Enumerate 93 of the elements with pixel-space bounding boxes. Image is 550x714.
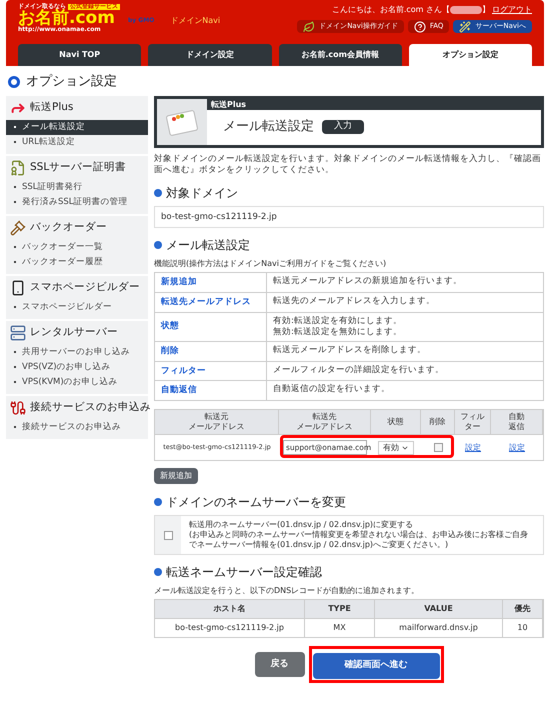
auto-reply-link[interactable]: 設定	[491, 442, 543, 454]
wand-icon	[459, 20, 472, 32]
help-term: 転送先メールアドレス	[161, 296, 251, 309]
sidebar-item[interactable]: 発行済みSSL証明書の管理	[6, 194, 148, 210]
column-header: フィル	[460, 412, 484, 422]
sidebar-item[interactable]: 共用サーバーのお申し込み	[6, 344, 148, 360]
gavel-icon	[10, 220, 26, 236]
help-text: 転送先のメールアドレスを入力します。	[273, 296, 436, 307]
sidebar-item[interactable]: VPS(KVM)のお申し込み	[6, 374, 148, 390]
nameserver-checkbox[interactable]	[164, 530, 172, 540]
column-header: ター	[464, 422, 480, 432]
app-name: ドメインNavi	[170, 15, 220, 27]
sidebar-group-title: 接続サービスのお申込み	[30, 400, 151, 415]
help-text: 有効:転送設定を有効にします。	[273, 316, 403, 326]
help-note: 機能説明(操作方法はドメインNaviご利用ガイドをご覧ください)	[154, 258, 388, 270]
help-text: 自動返信の設定を行います。	[273, 384, 391, 396]
table-cell: MX	[305, 619, 375, 637]
column-header: 転送元	[204, 412, 228, 422]
sidebar-group-title: 転送Plus	[30, 100, 74, 115]
help-text: 転送元メールアドレスを削除します。	[273, 344, 427, 356]
column-header: VALUE	[375, 600, 503, 618]
bullet-icon	[154, 241, 162, 250]
section-heading: 転送ネームサーバー設定確認	[166, 564, 322, 581]
sidebar-item[interactable]: VPS(VZ)のお申し込み	[6, 360, 148, 374]
help-term: フィルター	[161, 364, 206, 378]
sidebar-item[interactable]: 接続サービスのお申込み	[6, 420, 148, 434]
table-cell: 10	[503, 619, 543, 637]
column-header: 自動	[508, 412, 524, 422]
bullet-icon	[154, 188, 162, 196]
nav-tab[interactable]: オプション設定	[408, 44, 532, 66]
redacted-username	[450, 6, 482, 14]
help-term: 状態	[161, 320, 179, 334]
column-header: 返信	[508, 422, 524, 432]
sidebar-group-title: バックオーダー	[30, 220, 107, 235]
title-ring-icon	[8, 76, 20, 88]
help-text: 無効:転送設定を無効にします。	[273, 326, 403, 338]
sidebar-item[interactable]: スマホページビルダー	[6, 300, 148, 314]
page-title: オプション設定	[26, 73, 117, 91]
greeting-end: 】	[482, 4, 490, 16]
nameserver-label: 転送用のネームサーバー(01.dnsv.jp / 02.dnsv.jp)に変更する	[189, 520, 414, 530]
step-badge: 入力	[322, 120, 364, 134]
section-heading: メール転送設定	[166, 237, 250, 254]
section-heading: 対象ドメイン	[166, 184, 238, 202]
cable-icon	[10, 400, 26, 416]
help-icon	[414, 20, 426, 32]
bullet-icon	[154, 498, 162, 506]
logout-link[interactable]: ログアウト	[492, 4, 532, 16]
column-header: メールアドレス	[296, 422, 352, 432]
sidebar-item[interactable]: メール転送設定	[6, 120, 148, 134]
sidebar-item[interactable]: URL転送設定	[6, 134, 148, 150]
column-header: 状態	[388, 417, 404, 427]
filter-link[interactable]: 設定	[455, 442, 491, 454]
nav-tab[interactable]: お名前.com会員情報	[278, 44, 402, 66]
leaf-icon	[303, 20, 316, 32]
sidebar-group-title: SSLサーバー証明書	[30, 160, 126, 175]
column-header: 削除	[430, 417, 446, 427]
help-text: 転送元メールアドレスの新規追加を行います。	[273, 276, 463, 288]
sidebar-item[interactable]: バックオーダー一覧	[6, 240, 148, 254]
bullet-icon	[154, 568, 162, 576]
help-term: 削除	[161, 344, 179, 358]
sidebar-group-title: スマホページビルダー	[30, 280, 140, 295]
help-text: メールフィルターの詳細設定を行います。	[273, 364, 445, 376]
certificate-icon	[10, 160, 26, 176]
column-header: TYPE	[305, 600, 375, 618]
delete-checkbox[interactable]	[434, 443, 442, 452]
domain-box: bo-test-gmo-cs121119-2.jp	[154, 206, 544, 228]
description-text: 対象ドメインのメール転送設定を行います。対象ドメインのメール転送情報を入力し、『確認画面へ進む』ボタンをクリックしてください。	[154, 154, 542, 176]
help-term: 自動返信	[161, 384, 197, 397]
smartphone-icon	[10, 280, 26, 296]
sidebar-item[interactable]: SSL証明書発行	[6, 180, 148, 194]
back-button[interactable]: 戻る	[254, 652, 304, 677]
section-heading: ドメインのネームサーバーを変更	[166, 494, 346, 511]
column-header: 優先	[503, 600, 543, 618]
next-button[interactable]: 確認画面へ進む	[312, 653, 440, 678]
status-select[interactable]: 有効	[378, 440, 414, 454]
panel-category: 転送Plus	[210, 98, 248, 110]
server-icon	[10, 324, 26, 340]
sidebar-item[interactable]: バックオーダー履歴	[6, 254, 148, 270]
help-term: 新規追加	[161, 276, 197, 289]
nav-tab[interactable]: Navi TOP	[18, 44, 142, 66]
add-button[interactable]: 新規追加	[154, 468, 198, 484]
sidebar-group-title: レンタルサーバー	[30, 324, 118, 340]
nameserver-text: (お申込みと同時のネームサーバー情報変更を希望されない場合は、お申込み後にお客様ご自身でネームサーバー情報を(01.dnsv.jp / 02.dnsv.jp)へご変更ください。)	[189, 530, 530, 550]
logo-name: お名前.com	[18, 10, 115, 27]
dns-note: メール転送設定を行うと、以下のDNSレコードが自動的に追加されます。	[154, 585, 420, 597]
panel-title: メール転送設定	[223, 118, 314, 136]
column-header: メールアドレス	[188, 422, 244, 432]
table-cell: bo-test-gmo-cs121119-2.jp	[155, 619, 305, 637]
greeting-text: こんにちは、お名前.com さん【	[332, 4, 450, 16]
nav-tab[interactable]: ドメイン設定	[148, 44, 272, 66]
table-cell: mailforward.dnsv.jp	[375, 619, 503, 637]
column-header: ホスト名	[155, 600, 305, 618]
column-header: 転送先	[312, 412, 336, 422]
